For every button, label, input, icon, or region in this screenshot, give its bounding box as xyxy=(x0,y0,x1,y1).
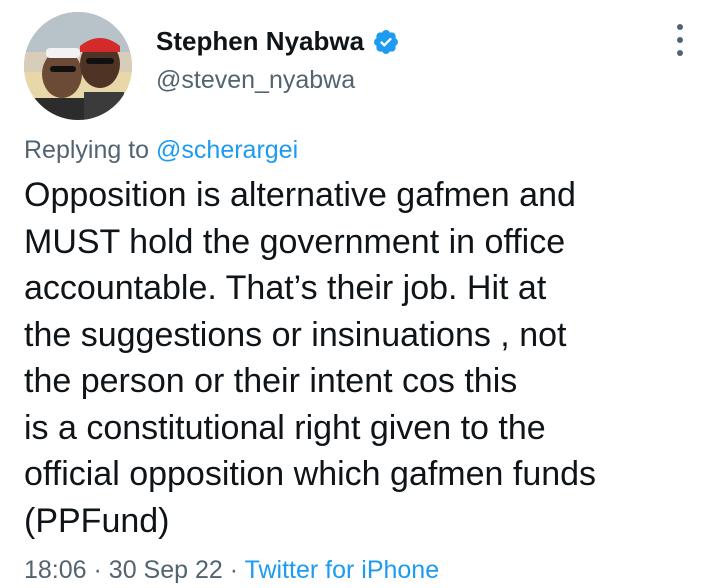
author-display-name[interactable]: Stephen Nyabwa xyxy=(156,26,364,57)
author-name-row: Stephen Nyabwa xyxy=(156,26,400,57)
tweet-text-line: the suggestions or insinuations , not xyxy=(24,315,567,354)
tweet-text-line: official opposition which gafmen funds xyxy=(24,455,597,493)
tweet-text-line: accountable. That’s their job. Hit at xyxy=(24,269,547,307)
author-handle[interactable]: @steven_nyabwa xyxy=(156,66,355,95)
tweet-text-line: MUST hold the government in office xyxy=(24,222,566,261)
more-dot xyxy=(677,37,683,43)
verified-badge-icon xyxy=(372,28,400,56)
replying-to-label: Replying to xyxy=(24,136,150,164)
reply-mention-link[interactable]: @scherargei xyxy=(156,136,298,164)
more-dot xyxy=(677,24,683,30)
tweet-time[interactable]: 18:06 xyxy=(24,556,87,584)
meta-separator: · xyxy=(229,556,239,584)
meta-separator: · xyxy=(93,556,102,584)
tweet-text-line: (PPFund) xyxy=(24,501,170,540)
tweet-text-line: the person or their intent cos this xyxy=(24,362,518,400)
tweet-text: Opposition is alternative gafmen and MUS… xyxy=(24,172,704,544)
avatar[interactable] xyxy=(24,12,132,120)
more-dot xyxy=(677,50,683,56)
tweet-text-line: Opposition is alternative gafmen and xyxy=(24,176,576,214)
tweet-text-line: is a constitutional right given to the xyxy=(24,408,546,447)
replying-to: Replying to @scherargei xyxy=(24,136,298,165)
more-options-icon[interactable] xyxy=(674,24,686,56)
tweet-meta: 18:06 · 30 Sep 22 · Twitter for iPhone xyxy=(24,556,439,585)
tweet-date[interactable]: 30 Sep 22 xyxy=(109,556,223,584)
tweet-source-link[interactable]: Twitter for iPhone xyxy=(245,556,440,584)
